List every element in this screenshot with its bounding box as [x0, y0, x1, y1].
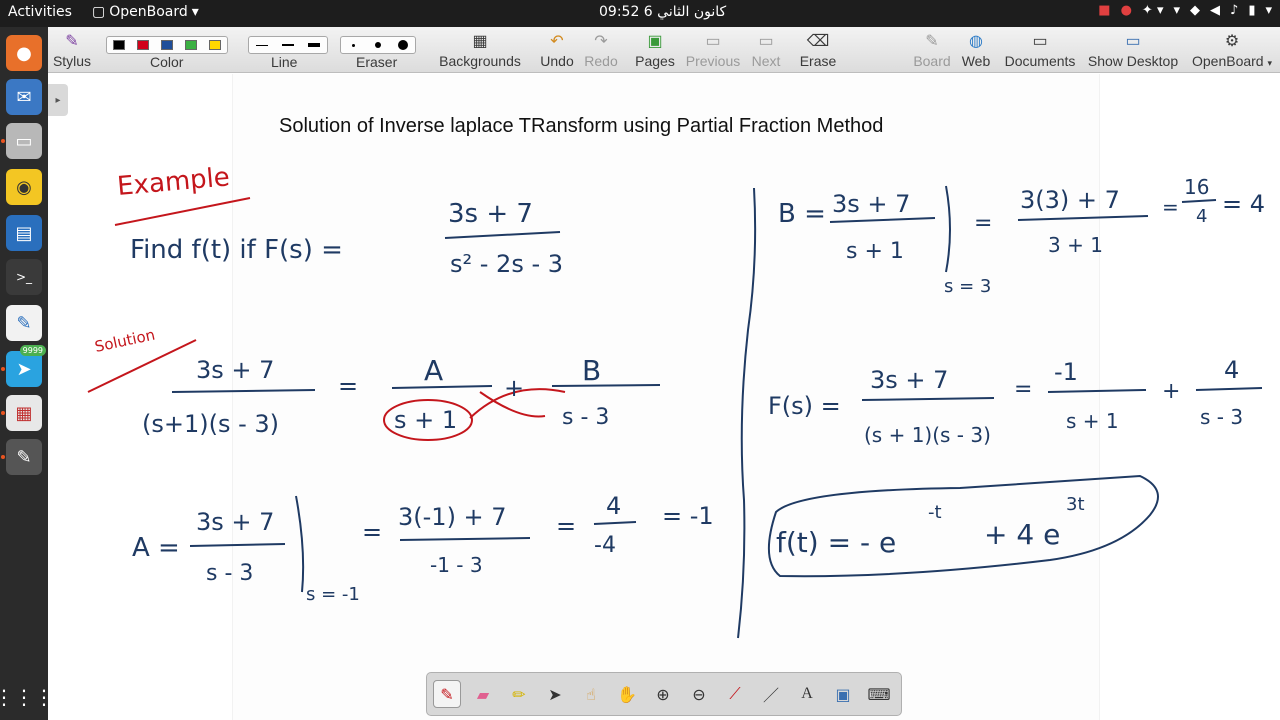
ink-B-den[interactable]: s + 1	[846, 239, 904, 264]
ink-F-den[interactable]: (s + 1)(s - 3)	[864, 423, 991, 447]
ink-F-d2[interactable]: s - 3	[1200, 405, 1243, 429]
ink-F-plus[interactable]: +	[1162, 379, 1180, 404]
zoom-out-icon[interactable]: ⊖	[685, 680, 713, 708]
zoom-in-icon[interactable]: ⊕	[649, 680, 677, 708]
ink-result[interactable]: f(t) = - e	[776, 526, 896, 559]
ink-F-n1[interactable]: -1	[1054, 358, 1078, 386]
pen-tool-icon[interactable]: ✎	[433, 680, 461, 708]
ink-layer: Example Find f(t) if F(s) = 3s + 7 s² - …	[87, 162, 1265, 639]
ink-F-d1[interactable]: s + 1	[1066, 409, 1119, 433]
ink-B-lhs[interactable]: B =	[778, 199, 826, 229]
laser-pointer-icon[interactable]: ⟋	[721, 680, 749, 708]
interact-tool-icon[interactable]: ☝	[577, 680, 605, 708]
ink-b-num[interactable]: B	[582, 354, 601, 387]
ink-B-eval[interactable]: s = 3	[944, 276, 991, 297]
ink-eq1[interactable]: =	[338, 372, 358, 400]
ink-A-num[interactable]: 3s + 7	[196, 508, 274, 536]
ink-lhs-num[interactable]: 3s + 7	[196, 356, 274, 384]
text-tool-icon[interactable]: A	[793, 680, 821, 708]
ink-A-num2[interactable]: 3(-1) + 7	[398, 503, 507, 531]
ink-B-den2[interactable]: 3 + 1	[1048, 233, 1103, 257]
keyboard-icon[interactable]: ⌨	[865, 680, 893, 708]
ink-example[interactable]: Example	[116, 162, 231, 202]
selector-tool-icon[interactable]: ➤	[541, 680, 569, 708]
stylus-palette: ✎ ▰ ✏ ➤ ☝ ✋ ⊕ ⊖ ⟋ ／ A ▣ ⌨	[426, 672, 902, 716]
ink-b-den[interactable]: s - 3	[562, 405, 609, 430]
ink-B-den3[interactable]: 4	[1196, 206, 1207, 227]
ink-A-lhs[interactable]: A =	[132, 533, 180, 563]
ink-a-num[interactable]: A	[424, 354, 443, 387]
ink-B-num3[interactable]: 16	[1184, 175, 1209, 199]
ink-B-num2[interactable]: 3(3) + 7	[1020, 186, 1120, 214]
ink-a-den[interactable]: s + 1	[394, 406, 457, 434]
ink-A-res[interactable]: = -1	[662, 502, 714, 530]
marker-tool-icon[interactable]: ✏	[505, 680, 533, 708]
ink-result-exp2[interactable]: 3t	[1066, 494, 1085, 515]
ink-A-eq2[interactable]: =	[556, 512, 576, 540]
ink-A-num3[interactable]: 4	[606, 492, 621, 520]
ink-f-den[interactable]: s² - 2s - 3	[450, 250, 563, 278]
ink-solution[interactable]: Solution	[93, 326, 157, 356]
ink-find[interactable]: Find f(t) if F(s) =	[130, 235, 343, 265]
ink-result-exp1[interactable]: -t	[928, 502, 942, 523]
ink-F-n2[interactable]: 4	[1224, 356, 1239, 384]
hand-tool-icon[interactable]: ✋	[613, 680, 641, 708]
ink-lhs-den[interactable]: (s+1)(s - 3)	[142, 410, 279, 438]
ink-A-den[interactable]: s - 3	[206, 561, 253, 586]
ink-A-den3[interactable]: -4	[594, 533, 616, 558]
ink-F-num[interactable]: 3s + 7	[870, 366, 948, 394]
ink-B-eq[interactable]: =	[974, 211, 992, 236]
ink-B-final[interactable]: = 4	[1222, 190, 1265, 218]
ink-F-eq[interactable]: =	[1014, 377, 1032, 402]
line-tool-icon[interactable]: ／	[757, 680, 785, 708]
eraser-tool-icon[interactable]: ▰	[469, 680, 497, 708]
capture-tool-icon[interactable]: ▣	[829, 680, 857, 708]
ink-B-num[interactable]: 3s + 7	[832, 190, 910, 218]
ink-plus1[interactable]: +	[504, 374, 524, 402]
ink-result-mid[interactable]: + 4 e	[984, 518, 1060, 551]
ink-B-res[interactable]: =	[1162, 195, 1179, 219]
ink-A-den2[interactable]: -1 - 3	[430, 553, 483, 577]
ink-f-num[interactable]: 3s + 7	[448, 199, 533, 229]
ink-A-eq[interactable]: =	[362, 518, 382, 546]
ink-F-lhs[interactable]: F(s) =	[768, 392, 841, 420]
ink-A-eval[interactable]: s = -1	[306, 584, 360, 605]
